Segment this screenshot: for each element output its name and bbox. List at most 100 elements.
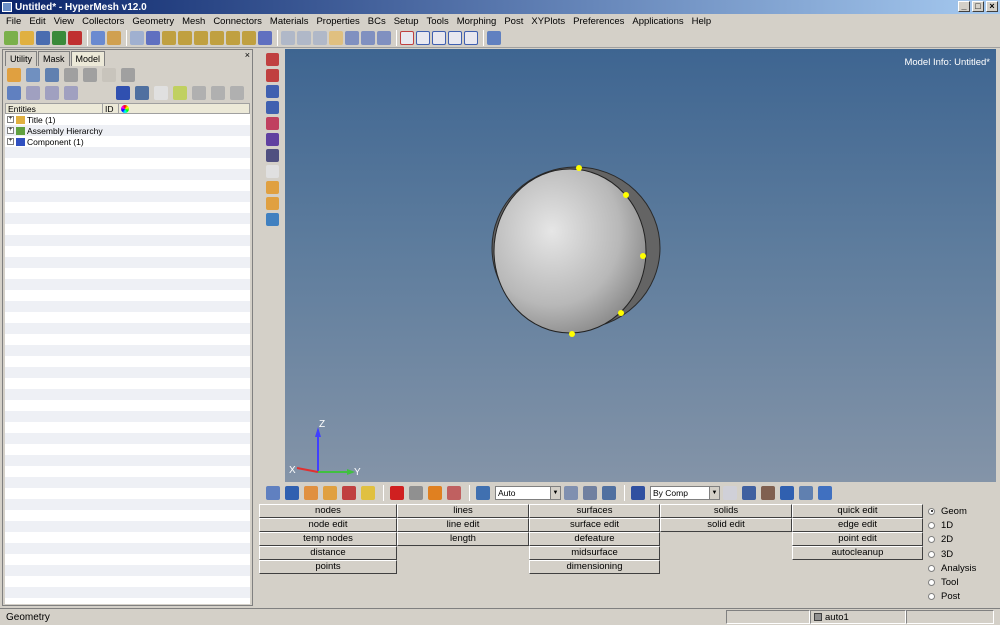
shading-style-icon[interactable] (583, 486, 597, 500)
menu-tools[interactable]: Tools (423, 16, 453, 27)
display-none-icon[interactable] (285, 486, 299, 500)
delete-icon[interactable] (390, 486, 404, 500)
menu-properties[interactable]: Properties (312, 16, 363, 27)
translate-icon[interactable] (361, 30, 375, 45)
menu-preferences[interactable]: Preferences (569, 16, 628, 27)
zoom-icon[interactable] (297, 30, 311, 45)
user-profile-icon[interactable] (91, 30, 105, 45)
tab-model[interactable]: Model (70, 51, 106, 66)
points-button[interactable]: points (259, 560, 397, 574)
fixed-point[interactable] (569, 331, 575, 337)
tree-view-icon[interactable] (45, 86, 59, 100)
mesh-lines-icon[interactable] (265, 117, 279, 130)
line-style-icon[interactable] (564, 486, 578, 500)
quick-edit-button[interactable]: quick edit (792, 504, 923, 518)
radio-analysis[interactable]: Analysis (928, 561, 998, 575)
menu-file[interactable]: File (2, 16, 25, 27)
expand-icon[interactable]: + (7, 116, 14, 123)
menu-edit[interactable]: Edit (25, 16, 49, 27)
surface-mode-icon[interactable] (761, 486, 775, 500)
layout-5-icon[interactable] (464, 30, 478, 45)
collapse-all-icon[interactable] (26, 86, 40, 100)
fixed-point[interactable] (576, 165, 582, 171)
solids-button[interactable]: solids (660, 504, 792, 518)
menu-mesh[interactable]: Mesh (178, 16, 209, 27)
defeature-button[interactable]: defeature (529, 532, 660, 546)
mask-elements-icon[interactable] (409, 486, 423, 500)
line-edit-button[interactable]: line edit (397, 518, 529, 532)
menu-morphing[interactable]: Morphing (453, 16, 501, 27)
node-edit-button[interactable]: node edit (259, 518, 397, 532)
menu-view[interactable]: View (50, 16, 78, 27)
numbers-icon[interactable] (265, 165, 279, 178)
menu-geometry[interactable]: Geometry (128, 16, 178, 27)
explode-icon[interactable] (428, 486, 442, 500)
shaded-icon[interactable] (265, 85, 279, 98)
view-top-icon[interactable] (226, 30, 240, 45)
radio-icon[interactable] (928, 593, 935, 601)
layout-3-icon[interactable] (432, 30, 446, 45)
filter-icon[interactable] (121, 68, 135, 82)
color-mode-dropdown[interactable]: By Comp ▼ (650, 486, 720, 500)
menu-collectors[interactable]: Collectors (78, 16, 128, 27)
spin-icon[interactable] (345, 30, 359, 45)
menu-xyplots[interactable]: XYPlots (527, 16, 569, 27)
isolate-only-icon[interactable] (342, 486, 356, 500)
view-right-icon[interactable] (210, 30, 224, 45)
radio-2d[interactable]: 2D (928, 533, 998, 547)
menu-connectors[interactable]: Connectors (209, 16, 266, 27)
mask-icon[interactable] (265, 53, 279, 66)
solid-edit-button[interactable]: solid edit (660, 518, 792, 532)
pan-hand-icon[interactable] (329, 30, 343, 45)
maximize-button[interactable]: □ (972, 1, 984, 12)
tree-row-title[interactable]: + Title (1) (5, 114, 250, 125)
midsurface-button[interactable]: midsurface (529, 546, 660, 560)
edge-edit-button[interactable]: edge edit (792, 518, 923, 532)
browser-icon[interactable] (107, 30, 121, 45)
normals-icon[interactable] (265, 149, 279, 162)
open-model-icon[interactable] (20, 30, 34, 45)
expand-all-icon[interactable] (7, 86, 21, 100)
property-view-icon[interactable] (64, 68, 78, 82)
network-icon[interactable] (799, 486, 813, 500)
wireframe-icon[interactable] (265, 101, 279, 114)
transparency-icon[interactable] (265, 133, 279, 146)
center-icon[interactable] (377, 30, 391, 45)
column-entities[interactable]: Entities (6, 104, 103, 114)
highlight-icon[interactable] (173, 86, 187, 100)
current-component[interactable]: auto1 (810, 610, 906, 624)
radio-3d[interactable]: 3D (928, 547, 998, 561)
unmask-icon[interactable] (265, 69, 279, 82)
close-browser-icon[interactable]: × (245, 50, 250, 60)
menu-setup[interactable]: Setup (390, 16, 423, 27)
annotation-icon[interactable] (265, 197, 279, 210)
system-view-icon[interactable] (83, 68, 97, 82)
zoom-window-icon[interactable] (130, 30, 144, 45)
radio-icon[interactable] (928, 550, 935, 558)
expand-icon[interactable]: + (7, 127, 14, 134)
lines-button[interactable]: lines (397, 504, 529, 518)
menu-bcs[interactable]: BCs (364, 16, 390, 27)
radio-icon[interactable] (928, 579, 935, 587)
close-button[interactable]: × (986, 1, 998, 12)
view-front-icon[interactable] (162, 30, 176, 45)
radio-selected-icon[interactable] (928, 507, 935, 515)
material-view-icon[interactable] (45, 68, 59, 82)
sphere-model[interactable] (491, 166, 661, 334)
auto-select-dropdown[interactable]: Auto ▼ (495, 486, 561, 500)
display-mode-icon[interactable] (116, 86, 130, 100)
view-left-icon[interactable] (194, 30, 208, 45)
find-attached-icon[interactable] (323, 486, 337, 500)
fixed-point[interactable] (623, 192, 629, 198)
radio-icon[interactable] (928, 536, 935, 544)
plane-icon[interactable] (265, 213, 279, 226)
tree-row-component[interactable]: + Component (1) (5, 136, 250, 147)
geometry-display-icon[interactable] (602, 486, 616, 500)
menu-applications[interactable]: Applications (628, 16, 687, 27)
point-edit-button[interactable]: point edit (792, 532, 923, 546)
view-iso-icon[interactable] (258, 30, 272, 45)
tree-row-assembly[interactable]: + Assembly Hierarchy (5, 125, 250, 136)
window-tile-icon[interactable] (487, 30, 501, 45)
nodes-button[interactable]: nodes (259, 504, 397, 518)
tab-utility[interactable]: Utility (5, 51, 37, 66)
